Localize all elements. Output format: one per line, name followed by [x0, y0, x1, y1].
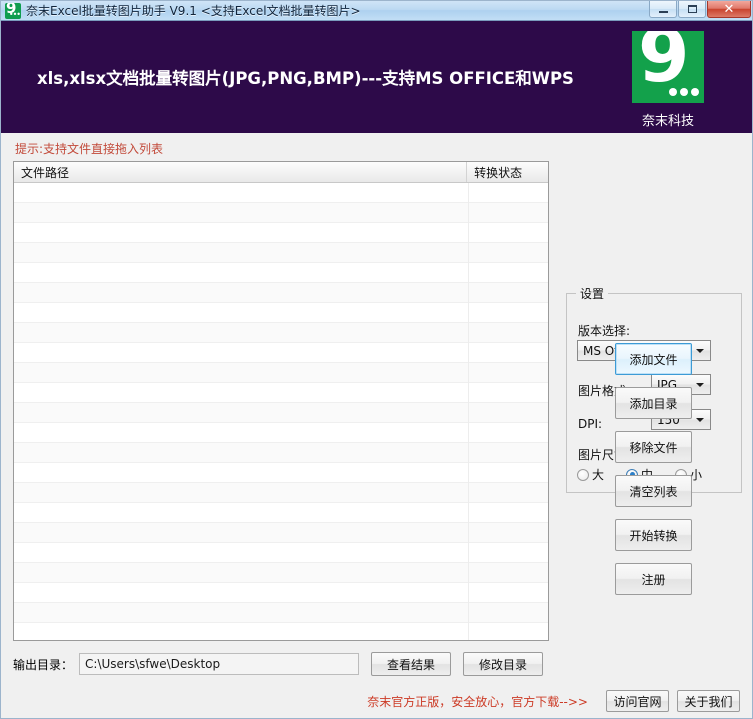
main-content: 提示:支持文件直接拖入列表 文件路径 转换状态 输出目录： C:\Users\s… [1, 133, 752, 718]
footer-bar: 奈末官方正版，安全放心，官方下载-->> 访问官网 关于我们 [1, 690, 752, 712]
visit-website-button[interactable]: 访问官网 [606, 690, 669, 712]
about-us-button[interactable]: 关于我们 [677, 690, 740, 712]
file-list-header: 文件路径 转换状态 [14, 162, 548, 183]
title-bar: 9 ••• 奈末Excel批量转图片助手 V9.1 <支持Excel文档批量转图… [1, 1, 752, 21]
maximize-button[interactable] [678, 1, 706, 18]
logo-dots-icon: ••• [8, 9, 21, 19]
promo-text: 奈末官方正版，安全放心，官方下载-->> [367, 694, 588, 709]
add-folder-button[interactable]: 添加目录 [615, 387, 692, 419]
window-title: 奈末Excel批量转图片助手 V9.1 <支持Excel文档批量转图片> [26, 4, 361, 18]
change-directory-button[interactable]: 修改目录 [463, 652, 544, 676]
remove-file-button[interactable]: 移除文件 [615, 431, 692, 463]
chevron-down-icon [692, 410, 708, 429]
minimize-button[interactable] [649, 1, 677, 18]
app-logo-icon: 9 ••• [5, 2, 21, 19]
output-directory-path[interactable]: C:\Users\sfwe\Desktop [79, 653, 360, 675]
clear-list-button[interactable]: 清空列表 [615, 475, 692, 507]
logo-square-icon: 9 [632, 31, 704, 103]
column-divider [468, 183, 469, 640]
file-list[interactable]: 文件路径 转换状态 [13, 161, 549, 641]
column-header-convert-status[interactable]: 转换状态 [467, 162, 548, 182]
start-convert-button[interactable]: 开始转换 [615, 519, 692, 551]
close-button[interactable]: ✕ [707, 1, 751, 18]
minimize-icon [658, 11, 668, 13]
column-header-file-path[interactable]: 文件路径 [14, 162, 468, 182]
add-file-button[interactable]: 添加文件 [615, 343, 692, 375]
radio-size-large[interactable]: 大 [577, 466, 604, 483]
dpi-label: DPI: [578, 417, 603, 431]
register-button[interactable]: 注册 [615, 563, 692, 595]
chevron-down-icon [692, 341, 708, 360]
output-directory-label: 输出目录： [13, 657, 74, 672]
chevron-down-icon [692, 375, 708, 394]
radio-size-large-label: 大 [592, 468, 605, 482]
logo-nine-big-glyph: 9 [638, 31, 690, 99]
file-list-body[interactable] [14, 183, 548, 640]
maximize-icon [687, 5, 697, 13]
radio-icon [577, 468, 589, 481]
app-window: 9 ••• 奈末Excel批量转图片助手 V9.1 <支持Excel文档批量转图… [0, 0, 753, 719]
window-controls: ✕ [648, 1, 751, 20]
settings-legend: 设置 [576, 285, 609, 302]
drag-drop-hint: 提示:支持文件直接拖入列表 [15, 142, 164, 156]
header-banner: xls,xlsx文档批量转图片(JPG,PNG,BMP)---支持MS OFFI… [1, 21, 752, 133]
version-label: 版本选择: [578, 324, 631, 338]
output-directory-row: 输出目录： C:\Users\sfwe\Desktop 查看结果 修改目录 [13, 651, 549, 677]
brand-logo: 9 奈末科技 [622, 31, 714, 129]
logo-three-dots-icon [669, 88, 699, 96]
view-result-button[interactable]: 查看结果 [371, 652, 452, 676]
brand-name: 奈末科技 [641, 114, 694, 129]
banner-headline: xls,xlsx文档批量转图片(JPG,PNG,BMP)---支持MS OFFI… [37, 69, 574, 88]
